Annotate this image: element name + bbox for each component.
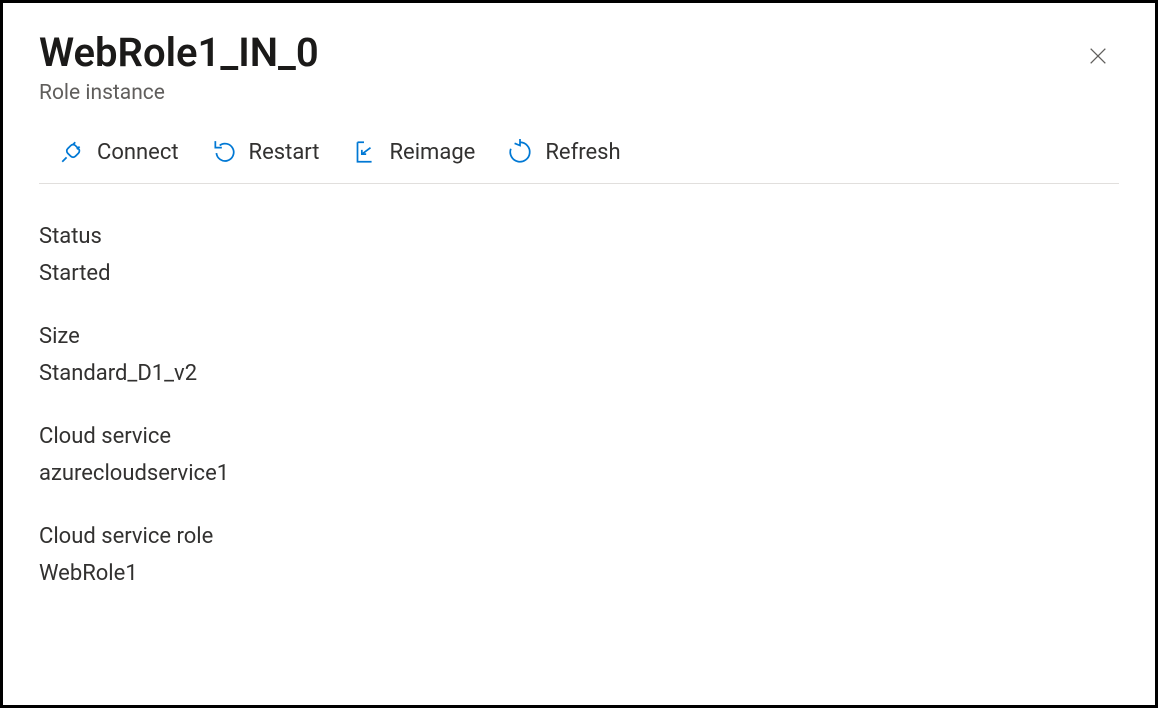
command-toolbar: Connect Restart Reimage [39,135,1119,184]
connect-label: Connect [97,140,179,165]
role-instance-panel: WebRole1_IN_0 Role instance Connect [0,0,1158,708]
refresh-button[interactable]: Refresh [505,135,622,169]
cloud-service-role-value: WebRole1 [39,561,1119,586]
refresh-icon [507,139,533,165]
reimage-button[interactable]: Reimage [349,135,477,169]
cloud-service-role-label: Cloud service role [39,524,1119,549]
property-cloud-service: Cloud service azurecloudservice1 [39,424,1119,486]
reimage-icon [351,139,377,165]
close-button[interactable] [1081,39,1115,76]
refresh-label: Refresh [545,140,620,165]
size-label: Size [39,324,1119,349]
restart-label: Restart [249,140,320,165]
title-block: WebRole1_IN_0 Role instance [39,31,319,105]
property-size: Size Standard_D1_v2 [39,324,1119,386]
cloud-service-label: Cloud service [39,424,1119,449]
panel-header: WebRole1_IN_0 Role instance [39,31,1119,105]
restart-icon [211,139,237,165]
size-value: Standard_D1_v2 [39,361,1119,386]
property-cloud-service-role: Cloud service role WebRole1 [39,524,1119,586]
page-subtitle: Role instance [39,81,319,105]
restart-button[interactable]: Restart [209,135,322,169]
close-icon [1087,55,1109,70]
connect-button[interactable]: Connect [57,135,181,169]
page-title: WebRole1_IN_0 [39,31,319,75]
connect-icon [59,139,85,165]
properties-section: Status Started Size Standard_D1_v2 Cloud… [39,224,1119,586]
property-status: Status Started [39,224,1119,286]
status-value: Started [39,261,1119,286]
status-label: Status [39,224,1119,249]
reimage-label: Reimage [389,140,475,165]
cloud-service-value: azurecloudservice1 [39,461,1119,486]
